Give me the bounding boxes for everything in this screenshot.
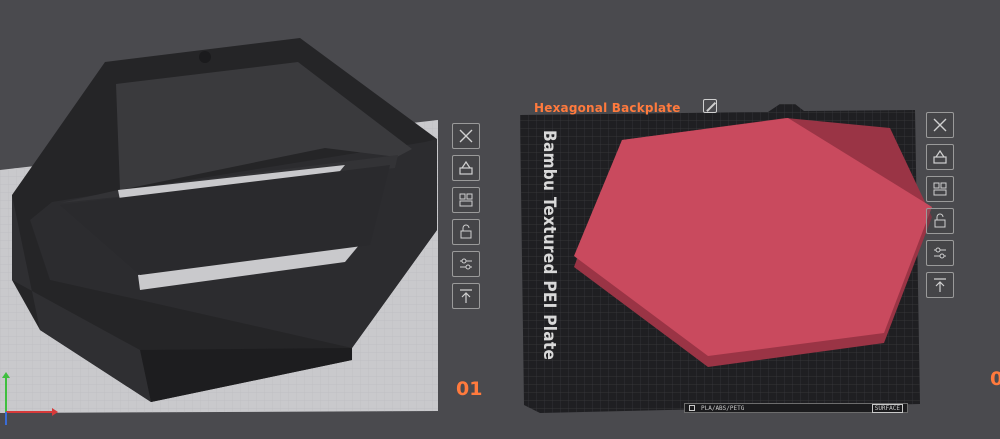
lock-button[interactable] (452, 219, 480, 245)
plate-toolbar-01 (452, 123, 482, 315)
auto-orient-icon (459, 160, 473, 175)
arrange-icon (459, 193, 473, 207)
plate-material-text: PLA/ABS/PETG (701, 404, 745, 412)
plate-surface-label: Bambu Textured PEI Plate (539, 130, 559, 361)
plate-title: Hexagonal Backplate (534, 101, 681, 115)
arrange-icon (933, 182, 947, 196)
close-icon (933, 118, 947, 132)
close-icon (459, 129, 473, 143)
plate-number-01: 01 (456, 378, 483, 400)
arrange-button[interactable] (926, 176, 954, 202)
lock-icon (934, 213, 946, 228)
move-to-top-icon (934, 278, 946, 292)
auto-orient-button[interactable] (452, 155, 480, 181)
plate-footer-bar: PLA/ABS/PETG SURFACE (684, 403, 908, 413)
3d-viewport[interactable] (0, 0, 1000, 439)
plate-logo-icon (689, 405, 695, 411)
lock-button[interactable] (926, 208, 954, 234)
plate-number-02: 0 (990, 368, 1000, 390)
move-to-top-icon (460, 289, 472, 303)
settings-button[interactable] (926, 240, 954, 266)
move-to-top-button[interactable] (926, 272, 954, 298)
close-button[interactable] (452, 123, 480, 149)
auto-orient-icon (933, 149, 947, 164)
lock-icon (460, 224, 472, 239)
move-to-top-button[interactable] (452, 283, 480, 309)
auto-orient-button[interactable] (926, 144, 954, 170)
edit-icon[interactable] (703, 99, 717, 113)
settings-icon (934, 247, 946, 259)
close-button[interactable] (926, 112, 954, 138)
settings-button[interactable] (452, 251, 480, 277)
plate-surface-text: SURFACE (871, 403, 903, 413)
arrange-button[interactable] (452, 187, 480, 213)
plate-toolbar-02 (926, 112, 956, 304)
settings-icon (460, 258, 472, 270)
